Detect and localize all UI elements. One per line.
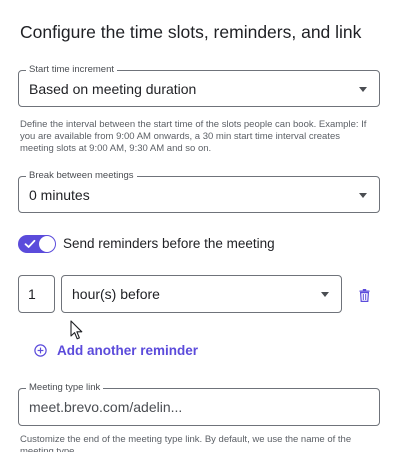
reminder-unit-select[interactable]: hour(s) before [61, 275, 342, 313]
start-time-increment-value: Based on meeting duration [29, 81, 197, 97]
reminder-amount-input[interactable]: 1 [18, 275, 55, 313]
meeting-link-value: meet.brevo.com/adelin... [29, 399, 183, 415]
chevron-down-icon [359, 87, 367, 92]
start-time-increment-helper: Define the interval between the start ti… [20, 119, 367, 154]
reminders-toggle[interactable] [18, 235, 56, 253]
break-between-meetings-value: 0 minutes [29, 187, 90, 203]
trash-icon[interactable] [359, 289, 370, 302]
meeting-config-panel: Configure the time slots, reminders, and… [0, 0, 395, 452]
break-between-meetings-label: Break between meetings [26, 169, 137, 183]
break-between-meetings-select[interactable]: Break between meetings 0 minutes [18, 169, 380, 213]
chevron-down-icon [359, 193, 367, 198]
toggle-knob [39, 236, 55, 252]
start-time-increment-select[interactable]: Start time increment Based on meeting du… [18, 63, 380, 107]
reminder-unit-value: hour(s) before [72, 286, 160, 302]
meeting-link-input[interactable]: Meeting type link meet.brevo.com/adelin.… [18, 381, 380, 426]
meeting-link-label: Meeting type link [26, 381, 104, 395]
plus-circle-icon [34, 343, 47, 357]
meeting-link-helper: Customize the end of the meeting type li… [20, 434, 352, 452]
reminder-amount-value: 1 [28, 286, 36, 302]
start-time-increment-label: Start time increment [26, 63, 117, 77]
check-icon [24, 239, 36, 248]
reminders-toggle-label[interactable]: Send reminders before the meeting [63, 236, 275, 251]
mouse-cursor-icon [70, 320, 83, 340]
add-reminder-label: Add another reminder [57, 342, 199, 358]
add-reminder-button[interactable]: Add another reminder [34, 341, 198, 359]
page-title: Configure the time slots, reminders, and… [20, 22, 362, 42]
chevron-down-icon [321, 292, 329, 297]
